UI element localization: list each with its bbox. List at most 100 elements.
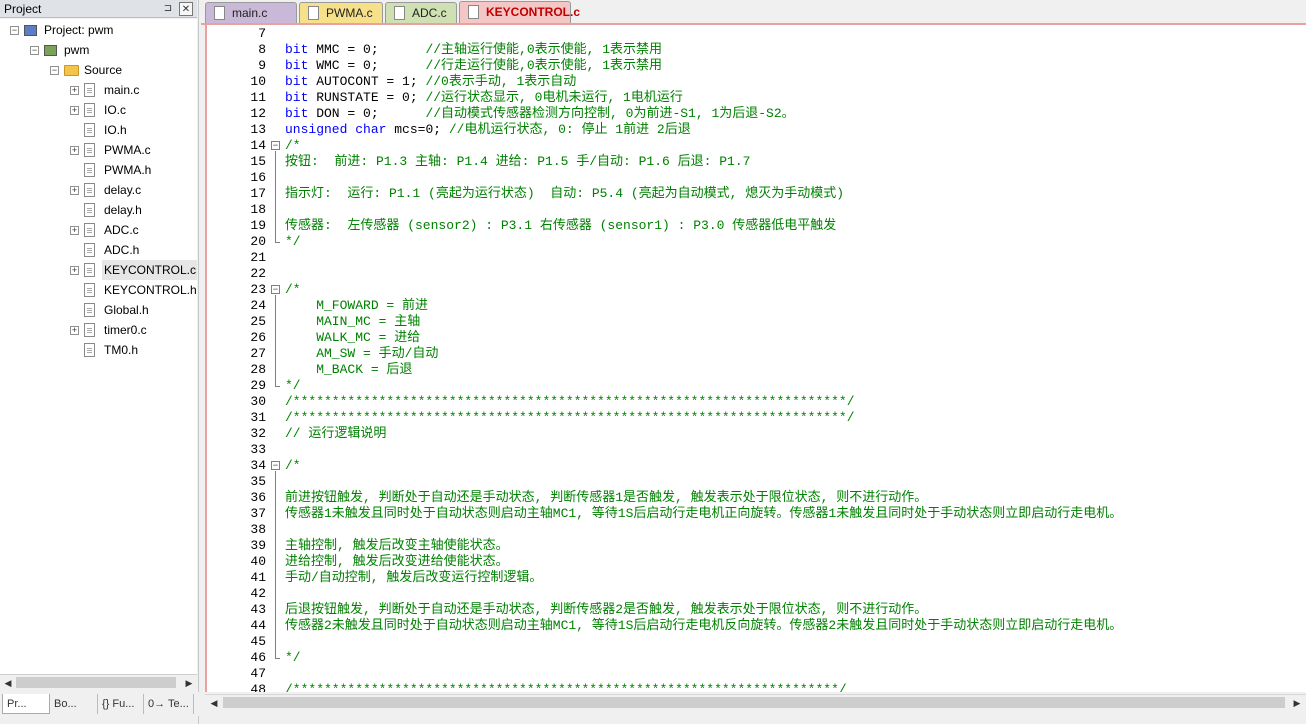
- code-line[interactable]: 前进按钮触发, 判断处于自动还是手动状态, 判断传感器1是否触发, 触发表示处于…: [285, 490, 927, 506]
- tree-item-label: ADC.h: [104, 243, 140, 257]
- tree-item[interactable]: ADC.h: [0, 240, 197, 260]
- code-line[interactable]: 按钮: 前进: P1.3 主轴: P1.4 进给: P1.5 手/自动: P1.…: [285, 154, 750, 170]
- file-tab-pwma-c[interactable]: PWMA.c: [299, 2, 383, 23]
- scrollbar-thumb[interactable]: [16, 677, 176, 688]
- line-number: 25: [250, 314, 266, 329]
- code-line[interactable]: /*: [285, 138, 301, 154]
- panel-tab-project-window[interactable]: Pr...: [2, 694, 50, 714]
- project-tree-horizontal-scrollbar[interactable]: ◀ ▶: [0, 674, 197, 690]
- expand-plus-icon[interactable]: +: [70, 266, 79, 275]
- code-line[interactable]: bit MMC = 0; //主轴运行使能,0表示使能, 1表示禁用: [285, 42, 662, 58]
- code-line[interactable]: /***************************************…: [285, 394, 855, 410]
- scroll-right-arrow-icon[interactable]: ▶: [182, 676, 196, 690]
- scroll-left-arrow-icon[interactable]: ◀: [1, 676, 15, 690]
- line-number: 37: [250, 506, 266, 521]
- panel-tab-label: {} Fu...: [102, 698, 135, 710]
- panel-tab-functions[interactable]: {} Fu...: [98, 694, 144, 714]
- collapse-minus-icon[interactable]: −: [50, 66, 59, 75]
- scrollbar-thumb[interactable]: [223, 697, 1285, 708]
- code-line[interactable]: 传感器: 左传感器 (sensor2) : P3.1 右传感器 (sensor1…: [285, 218, 836, 234]
- code-line[interactable]: /*: [285, 458, 301, 474]
- comment-token: M_BACK = 后退: [285, 362, 413, 377]
- scroll-left-arrow-icon[interactable]: ◀: [207, 696, 221, 710]
- code-token: MMC = 0;: [308, 42, 426, 57]
- code-line[interactable]: unsigned char mcs=0; //电机运行状态, 0: 停止 1前进…: [285, 122, 691, 138]
- code-line[interactable]: M_BACK = 后退: [285, 362, 412, 378]
- line-number: 8: [258, 42, 266, 57]
- expand-plus-icon[interactable]: +: [70, 186, 79, 195]
- tree-item[interactable]: + main.c: [0, 80, 197, 100]
- file-tab-main-c[interactable]: main.c: [205, 2, 297, 23]
- code-line[interactable]: 传感器2未触发且同时处于自动状态则启动主轴MC1, 等待1S后启动行走电机反向旋…: [285, 618, 1122, 634]
- tree-item[interactable]: − Source: [0, 60, 197, 80]
- close-panel-button[interactable]: ✕: [179, 2, 193, 16]
- tree-item[interactable]: − Project: pwm: [0, 20, 197, 40]
- panel-tab-templates[interactable]: 0→ Te...: [144, 694, 194, 714]
- panel-tab-label: Bo...: [54, 698, 77, 710]
- line-number: 27: [250, 346, 266, 361]
- tree-item-label: IO.c: [104, 103, 127, 117]
- code-line[interactable]: /***************************************…: [285, 682, 847, 692]
- collapse-minus-icon[interactable]: −: [10, 26, 19, 35]
- tree-item[interactable]: IO.h: [0, 120, 197, 140]
- code-line[interactable]: WALK_MC = 进给: [285, 330, 420, 346]
- code-line[interactable]: AM_SW = 手动/自动: [285, 346, 438, 362]
- comment-token: /***************************************…: [285, 682, 847, 692]
- code-line[interactable]: /*: [285, 282, 301, 298]
- tree-item[interactable]: KEYCONTROL.h: [0, 280, 197, 300]
- code-line[interactable]: M_FOWARD = 前进: [285, 298, 428, 314]
- tree-item[interactable]: Global.h: [0, 300, 197, 320]
- code-line[interactable]: /***************************************…: [285, 410, 855, 426]
- comment-token: 手动/自动控制, 触发后改变运行控制逻辑。: [285, 570, 543, 585]
- code-line[interactable]: 手动/自动控制, 触发后改变运行控制逻辑。: [285, 570, 542, 586]
- tree-item[interactable]: + IO.c: [0, 100, 197, 120]
- expand-plus-icon[interactable]: +: [70, 226, 79, 235]
- expand-plus-icon[interactable]: +: [70, 146, 79, 155]
- tree-item[interactable]: PWMA.h: [0, 160, 197, 180]
- expand-plus-icon[interactable]: +: [70, 326, 79, 335]
- code-line[interactable]: 传感器1未触发且同时处于自动状态则启动主轴MC1, 等待1S后启动行走电机正向旋…: [285, 506, 1122, 522]
- code-line[interactable]: 后退按钮触发, 判断处于自动还是手动状态, 判断传感器2是否触发, 触发表示处于…: [285, 602, 927, 618]
- comment-token: AM_SW = 手动/自动: [285, 346, 439, 361]
- comment-token: */: [285, 378, 301, 393]
- code-token: WMC = 0;: [308, 58, 426, 73]
- tree-item[interactable]: + KEYCONTROL.c: [0, 260, 197, 280]
- tree-item[interactable]: delay.h: [0, 200, 197, 220]
- editor-horizontal-scrollbar[interactable]: ◀ ▶: [205, 694, 1306, 710]
- tree-item[interactable]: + PWMA.c: [0, 140, 197, 160]
- tree-item[interactable]: + ADC.c: [0, 220, 197, 240]
- panel-tab-label: 0→ Te...: [148, 698, 189, 710]
- file-icon: [84, 83, 95, 97]
- code-line[interactable]: 主轴控制, 触发后改变主轴使能状态。: [285, 538, 509, 554]
- tree-item[interactable]: TM0.h: [0, 340, 197, 360]
- code-line[interactable]: */: [285, 234, 301, 250]
- panel-tab-books[interactable]: Bo...: [50, 694, 98, 714]
- tree-item[interactable]: + timer0.c: [0, 320, 197, 340]
- code-line[interactable]: bit RUNSTATE = 0; //运行状态显示, 0电机未运行, 1电机运…: [285, 90, 683, 106]
- file-tab-keycontrol-c[interactable]: KEYCONTROL.c: [459, 1, 580, 24]
- tree-item[interactable]: + delay.c: [0, 180, 197, 200]
- file-tab-label: ADC.c: [412, 6, 447, 20]
- pin-icon[interactable]: ⊐: [161, 0, 175, 18]
- code-text-area[interactable]: bit MMC = 0; //主轴运行使能,0表示使能, 1表示禁用 bit WM…: [269, 25, 1306, 692]
- code-line[interactable]: MAIN_MC = 主轴: [285, 314, 420, 330]
- code-line[interactable]: */: [285, 650, 301, 666]
- line-number: 11: [250, 90, 266, 105]
- tree-item-label: delay.c: [104, 183, 142, 197]
- expand-plus-icon[interactable]: +: [70, 106, 79, 115]
- code-line[interactable]: */: [285, 378, 301, 394]
- line-number: 43: [250, 602, 266, 617]
- code-line[interactable]: bit DON = 0; //自动模式传感器检测方向控制, 0为前进-S1, 1…: [285, 106, 795, 122]
- tree-item-label: delay.h: [104, 203, 142, 217]
- code-line[interactable]: bit WMC = 0; //行走运行使能,0表示使能, 1表示禁用: [285, 58, 662, 74]
- code-line[interactable]: // 运行逻辑说明: [285, 426, 386, 442]
- code-line[interactable]: 进给控制, 触发后改变进给使能状态。: [285, 554, 509, 570]
- scroll-right-arrow-icon[interactable]: ▶: [1290, 696, 1304, 710]
- code-editor[interactable]: 7 8 9 10 11 12 13 14 15 16 17 18 19 20 21 22 23 24 25 26 27 2…: [205, 25, 1306, 692]
- collapse-minus-icon[interactable]: −: [30, 46, 39, 55]
- code-line[interactable]: 指示灯: 运行: P1.1 (亮起为运行状态) 自动: P5.4 (亮起为自动模…: [285, 186, 844, 202]
- code-line[interactable]: bit AUTOCONT = 1; //0表示手动, 1表示自动: [285, 74, 576, 90]
- file-tab-adc-c[interactable]: ADC.c: [385, 2, 457, 23]
- tree-item[interactable]: − pwm: [0, 40, 197, 60]
- expand-plus-icon[interactable]: +: [70, 86, 79, 95]
